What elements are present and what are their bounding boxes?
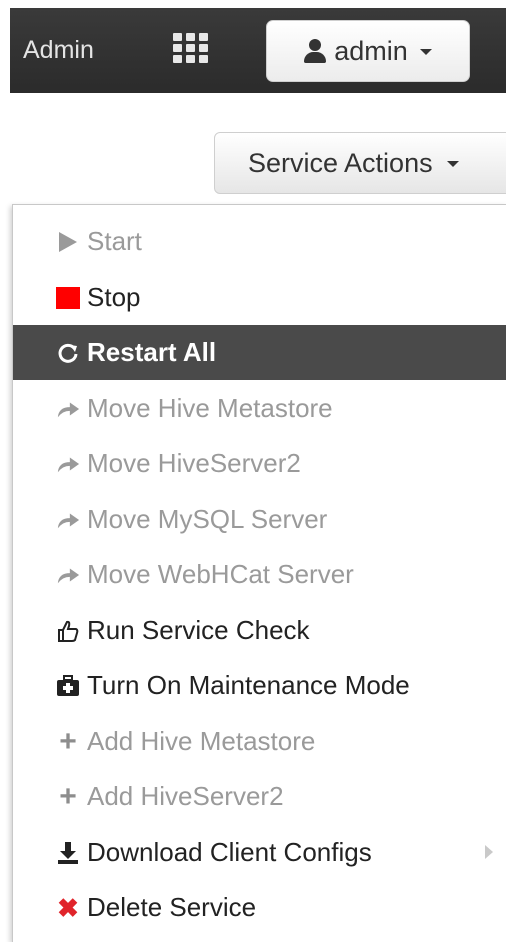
download-icon [56, 841, 80, 865]
menu-item-run-service-check[interactable]: Run Service Check [13, 603, 506, 658]
apps-grid-icon[interactable] [173, 33, 209, 65]
chevron-down-icon [446, 161, 459, 167]
menu-item-stop[interactable]: Stop [13, 270, 506, 325]
menu-item-move-hiveserver2[interactable]: Move HiveServer2 [13, 436, 506, 491]
share-icon [56, 452, 80, 476]
menu-item-label: Add HiveServer2 [87, 781, 284, 811]
medkit-icon [56, 674, 80, 698]
chevron-right-icon [485, 845, 493, 859]
service-actions-button[interactable]: Service Actions [214, 132, 506, 194]
menu-item-start[interactable]: Start [13, 214, 506, 269]
menu-item-label: Move HiveServer2 [87, 448, 301, 478]
top-navbar: Admin admin [10, 8, 506, 93]
menu-item-move-hive-metastore[interactable]: Move Hive Metastore [13, 381, 506, 436]
menu-item-label: Move WebHCat Server [87, 559, 354, 589]
menu-item-label: Run Service Check [87, 615, 310, 645]
menu-item-move-mysql-server[interactable]: Move MySQL Server [13, 492, 506, 547]
menu-item-label: Move MySQL Server [87, 504, 328, 534]
menu-item-label: Turn On Maintenance Mode [87, 670, 410, 700]
plus-icon: + [59, 779, 77, 813]
delete-icon: ✖ [57, 892, 79, 923]
menu-item-add-hive-metastore[interactable]: + Add Hive Metastore [13, 714, 506, 769]
chevron-down-icon [419, 49, 432, 55]
menu-item-turn-on-maintenance-mode[interactable]: Turn On Maintenance Mode [13, 658, 506, 713]
menu-item-add-hiveserver2[interactable]: + Add HiveServer2 [13, 769, 506, 824]
menu-item-label: Move Hive Metastore [87, 393, 333, 423]
service-actions-menu: Start Stop Restart All Move Hive Metasto… [12, 204, 506, 942]
service-actions-label: Service Actions [248, 147, 433, 178]
menu-item-label: Stop [87, 282, 141, 312]
menu-item-move-webhcat-server[interactable]: Move WebHCat Server [13, 547, 506, 602]
plus-icon: + [59, 724, 77, 758]
menu-item-delete-service[interactable]: ✖ Delete Service [13, 880, 506, 935]
user-menu-label: admin [334, 35, 408, 66]
menu-item-restart-all[interactable]: Restart All [13, 325, 506, 380]
admin-nav-link[interactable]: Admin [23, 36, 94, 65]
share-icon [56, 397, 80, 421]
menu-item-label: Restart All [87, 337, 217, 367]
user-menu-button[interactable]: admin [266, 20, 470, 82]
menu-item-download-client-configs[interactable]: Download Client Configs [13, 825, 506, 880]
stop-icon [56, 286, 80, 310]
menu-item-label: Download Client Configs [87, 837, 372, 867]
share-icon [56, 563, 80, 587]
menu-item-label: Delete Service [87, 892, 257, 922]
user-icon [304, 39, 327, 63]
menu-item-label: Start [87, 226, 142, 256]
play-icon [56, 230, 80, 254]
thumbs-up-icon [56, 619, 80, 643]
menu-item-label: Add Hive Metastore [87, 726, 316, 756]
share-icon [56, 508, 80, 532]
refresh-icon [56, 341, 80, 365]
